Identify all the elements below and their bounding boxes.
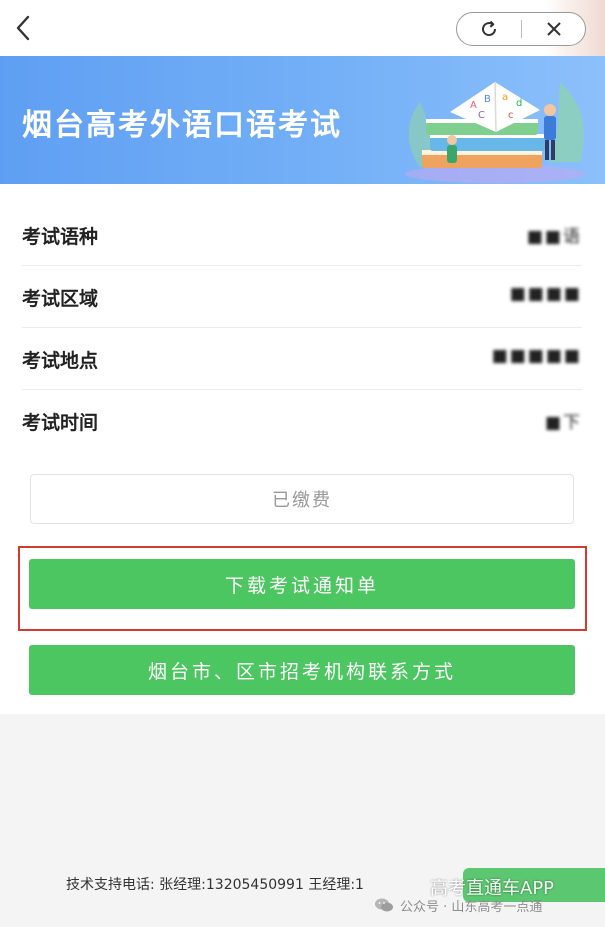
download-notice-button[interactable]: 下载考试通知单 <box>29 559 575 609</box>
wechat-watermark: 公众号 · 山东高考一点通 <box>374 895 542 915</box>
row-label: 考试区域 <box>22 288 99 310</box>
back-chevron-icon[interactable] <box>10 12 38 44</box>
books-illustration-icon: A B a d C c <box>405 81 585 183</box>
exam-banner: 烟台高考外语口语考试 A B a d C c <box>0 56 605 184</box>
wechat-icon <box>375 898 393 912</box>
svg-text:d: d <box>516 98 522 109</box>
mini-program-capsule <box>456 12 586 46</box>
top-nav-bar <box>0 0 605 57</box>
row-exam-language: 考试语种 ■■语 <box>22 204 582 266</box>
paid-status-badge: 已缴费 <box>30 474 574 524</box>
banner-title: 烟台高考外语口语考试 <box>22 108 342 143</box>
row-exam-region: 考试区域 ■■■■ <box>22 266 582 328</box>
row-value-blurred: ■■■■■ <box>491 346 582 366</box>
close-icon <box>547 21 561 36</box>
row-label: 考试时间 <box>22 412 99 434</box>
row-exam-location: 考试地点 ■■■■■ <box>22 328 582 390</box>
row-exam-time: 考试时间 ■下 <box>22 390 582 452</box>
refresh-button[interactable] <box>457 13 521 44</box>
row-value-blurred: ■下 <box>544 413 582 433</box>
svg-text:C: C <box>478 110 485 121</box>
svg-text:c: c <box>508 110 514 121</box>
wechat-account-name: 公众号 · 山东高考一点通 <box>400 899 543 915</box>
row-label: 考试地点 <box>22 350 99 372</box>
svg-text:a: a <box>502 92 508 103</box>
row-value-blurred: ■■语 <box>526 227 582 247</box>
row-value-blurred: ■■■■ <box>509 284 582 304</box>
refresh-icon <box>482 20 497 36</box>
support-phone-text: 技术支持电话: 张经理:13205450991 王经理:1 <box>66 877 364 893</box>
exam-info-card: 考试语种 ■■语 考试区域 ■■■■ 考试地点 ■■■■■ 考试时间 ■下 已缴… <box>0 184 605 714</box>
svg-text:B: B <box>484 94 491 105</box>
row-label: 考试语种 <box>22 226 99 248</box>
contact-info-button[interactable]: 烟台市、区市招考机构联系方式 <box>29 645 575 695</box>
close-button[interactable] <box>522 13 586 44</box>
svg-text:A: A <box>470 100 477 111</box>
